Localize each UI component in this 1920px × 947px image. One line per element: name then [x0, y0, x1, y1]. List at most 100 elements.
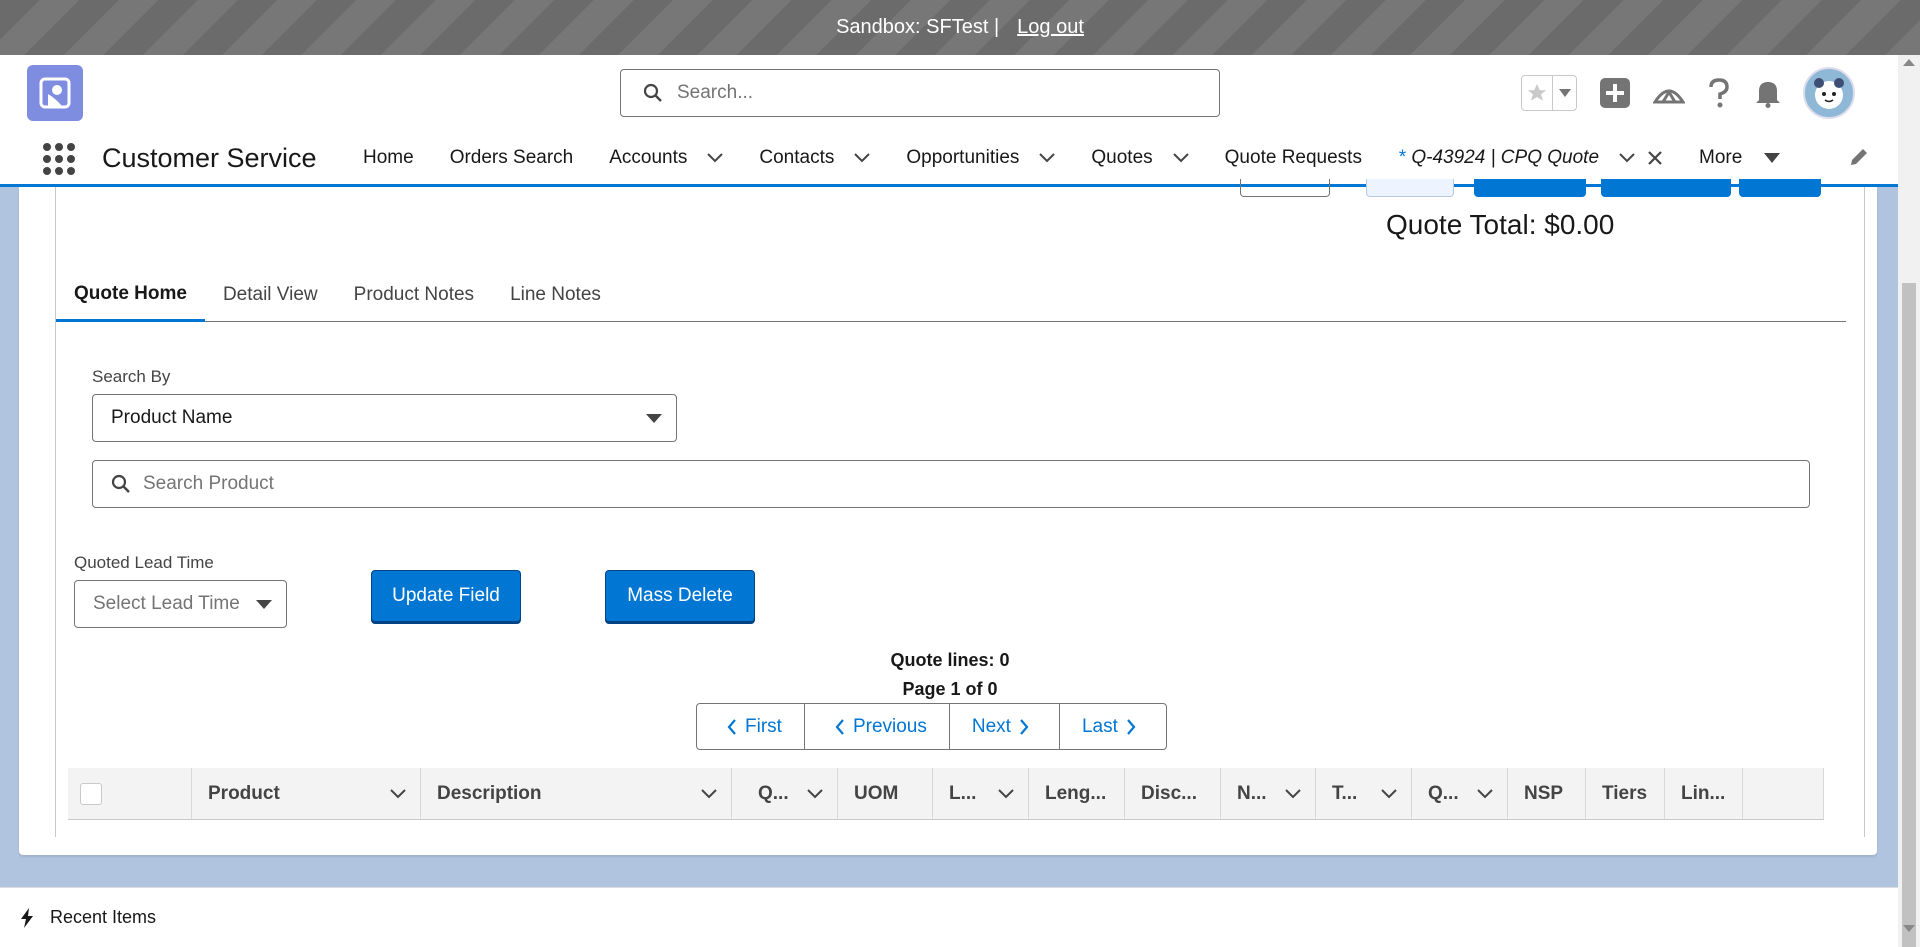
column-label: NSP [1524, 782, 1564, 804]
nav-item-quote-requests[interactable]: Quote Requests [1207, 131, 1380, 184]
chevron-right-icon [1127, 718, 1136, 735]
nav-item-label: Orders Search [449, 146, 574, 168]
nav-more-menu[interactable]: More [1681, 131, 1798, 184]
search-by-select[interactable]: Product Name [92, 394, 677, 442]
search-icon [643, 83, 662, 102]
scroll-up-arrow-icon[interactable] [1903, 59, 1915, 66]
scroll-down-arrow-icon[interactable] [1903, 925, 1915, 932]
nav-item-label: Contacts [759, 146, 835, 168]
nav-item-contacts[interactable]: Contacts [741, 131, 888, 184]
chevron-left-icon [835, 718, 844, 735]
chevron-down-icon[interactable] [390, 788, 406, 799]
scrollbar-thumb[interactable] [1902, 283, 1916, 947]
chevron-down-icon[interactable] [707, 152, 724, 163]
chevron-down-icon[interactable] [1477, 788, 1493, 799]
app-launcher-icon[interactable] [43, 143, 75, 175]
column-header-actions [1743, 768, 1824, 819]
mass-delete-button[interactable]: Mass Delete [605, 570, 755, 622]
column-header-discount[interactable]: Disc... [1125, 768, 1221, 819]
logout-link[interactable]: Log out [1017, 16, 1084, 39]
column-header-tiers[interactable]: Tiers [1586, 768, 1665, 819]
global-actions-icon[interactable] [1599, 77, 1631, 109]
next-label: Next [971, 715, 1011, 737]
chevron-down-icon[interactable] [807, 788, 823, 799]
chevron-down-icon[interactable] [1039, 152, 1056, 163]
column-header-uom[interactable]: UOM [838, 768, 933, 819]
favorites-dropdown-icon[interactable] [1552, 76, 1576, 110]
edit-nav-pencil-icon[interactable] [1848, 146, 1870, 168]
search-by-label: Search By [92, 367, 171, 386]
nav-item-orders-search[interactable]: Orders Search [432, 131, 592, 184]
select-all-checkbox[interactable] [80, 782, 102, 805]
quote-lines-count: Quote lines: 0 [890, 650, 1010, 670]
nav-tab-active-quote[interactable]: * Q-43924 | CPQ Quote [1380, 131, 1681, 184]
header-brand-button-stub[interactable] [1474, 179, 1586, 197]
previous-page-button[interactable]: Previous [805, 704, 950, 749]
search-icon [111, 474, 130, 493]
search-product-input[interactable]: Search Product [92, 460, 1810, 508]
app-logo[interactable] [27, 65, 83, 121]
tab-product-notes[interactable]: Product Notes [336, 268, 492, 322]
active-tab-label: Q-43924 | CPQ Quote [1411, 146, 1600, 168]
column-header-l[interactable]: L... [933, 768, 1029, 819]
chevron-down-icon[interactable] [701, 788, 717, 799]
search-placeholder: Search... [677, 82, 754, 103]
column-header-description[interactable]: Description [421, 768, 732, 819]
nav-more-label: More [1699, 146, 1743, 168]
header-brand-button-stub[interactable] [1601, 179, 1731, 197]
header-button-stub[interactable] [1240, 179, 1330, 197]
lead-time-select[interactable]: Select Lead Time [74, 580, 287, 628]
chevron-left-icon [727, 718, 736, 735]
trailhead-icon[interactable] [1653, 78, 1685, 108]
tab-line-notes[interactable]: Line Notes [492, 268, 619, 322]
search-by-value: Product Name [111, 407, 233, 428]
lead-time-placeholder: Select Lead Time [93, 593, 240, 614]
notifications-bell-icon[interactable] [1753, 78, 1783, 108]
user-avatar[interactable] [1803, 67, 1855, 119]
org-logo-icon [39, 77, 71, 109]
astro-avatar-icon [1814, 78, 1844, 109]
nav-item-opportunities[interactable]: Opportunities [888, 131, 1073, 184]
last-page-button[interactable]: Last [1060, 704, 1166, 749]
nav-item-accounts[interactable]: Accounts [591, 131, 741, 184]
sandbox-banner: Sandbox: SFTest | Log out [0, 0, 1920, 55]
help-icon[interactable] [1707, 78, 1731, 108]
column-header-quantity[interactable]: Q... [732, 768, 838, 819]
nav-item-label: Quotes [1091, 146, 1153, 168]
header-button-stub[interactable] [1366, 179, 1454, 197]
caret-down-icon [1764, 152, 1781, 163]
first-page-button[interactable]: First [697, 704, 805, 749]
chevron-down-icon[interactable] [1619, 152, 1635, 163]
nav-item-home[interactable]: Home [345, 131, 432, 184]
column-label: L... [949, 782, 977, 804]
column-label: Disc... [1141, 782, 1197, 804]
column-label: Q... [1428, 782, 1459, 804]
chevron-down-icon[interactable] [1285, 788, 1301, 799]
header-brand-button-stub[interactable] [1739, 179, 1821, 197]
tab-detail-view[interactable]: Detail View [205, 268, 336, 322]
app-name: Customer Service [102, 143, 317, 173]
column-label: T... [1332, 782, 1358, 804]
chevron-down-icon[interactable] [998, 788, 1014, 799]
nav-item-quotes[interactable]: Quotes [1073, 131, 1206, 184]
chevron-right-icon [1020, 718, 1029, 735]
column-header-line[interactable]: Lin... [1665, 768, 1743, 819]
next-page-button[interactable]: Next [950, 704, 1060, 749]
column-header-t[interactable]: T... [1316, 768, 1412, 819]
tab-quote-home[interactable]: Quote Home [56, 268, 205, 322]
column-header-nsp[interactable]: NSP [1508, 768, 1586, 819]
column-header-n[interactable]: N... [1221, 768, 1316, 819]
recent-items-link[interactable]: Recent Items [50, 907, 156, 928]
column-header-length[interactable]: Leng... [1029, 768, 1125, 819]
page-scrollbar[interactable] [1898, 55, 1920, 947]
chevron-down-icon[interactable] [1381, 788, 1397, 799]
chevron-down-icon[interactable] [854, 152, 871, 163]
global-search-input[interactable]: Search... [620, 69, 1220, 117]
column-header-product[interactable]: Product [192, 768, 421, 819]
update-field-button[interactable]: Update Field [371, 570, 521, 622]
chevron-down-icon[interactable] [1172, 152, 1189, 163]
close-icon[interactable] [1647, 150, 1663, 166]
last-label: Last [1081, 715, 1118, 737]
column-header-q[interactable]: Q... [1412, 768, 1508, 819]
favorites-star-icon[interactable] [1522, 76, 1552, 110]
